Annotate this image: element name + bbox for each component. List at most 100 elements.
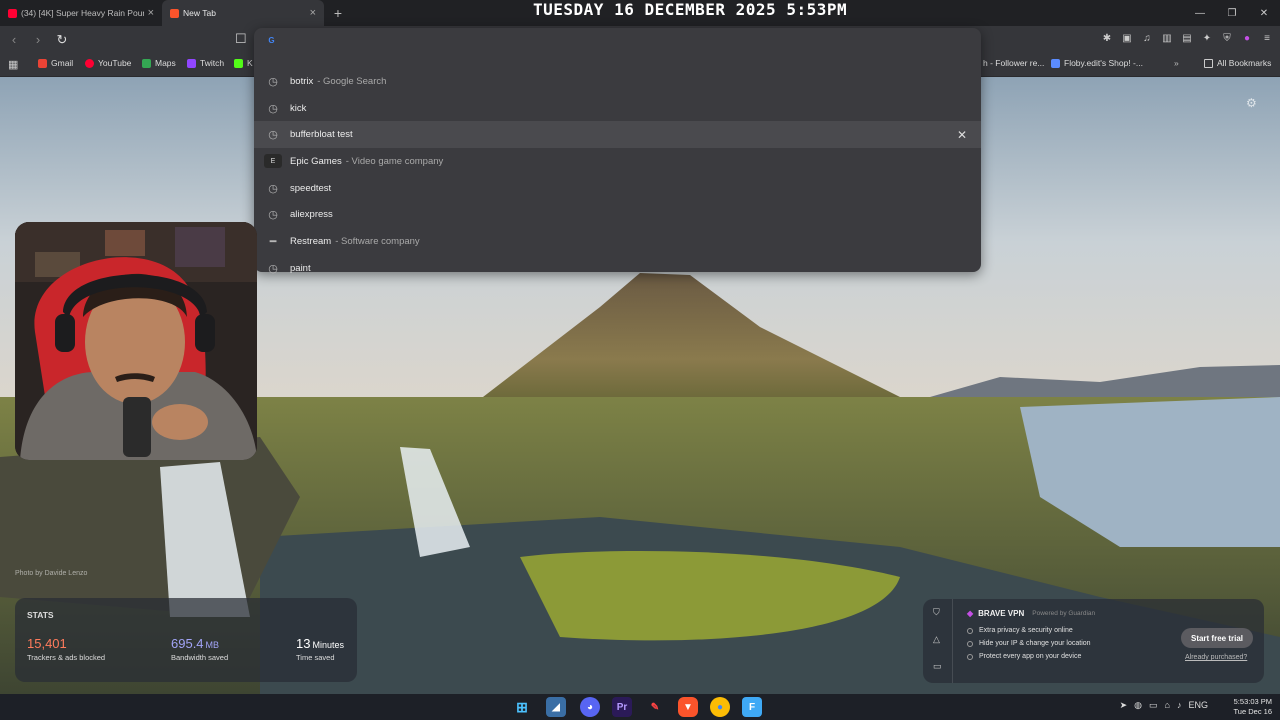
brave-vpn-widget: ⛉ △ ▭ ◆ BRAVE VPN Powered by Guardian Ex… [923, 599, 1264, 683]
leo-ai-icon[interactable]: ✦ [1200, 31, 1214, 45]
premiere-pro-icon[interactable]: Pr [612, 697, 632, 717]
vpn-feature-text: Extra privacy & security online [979, 627, 1073, 634]
customize-gear-icon[interactable]: ⚙ [1246, 96, 1260, 110]
chrome-icon[interactable]: ● [710, 697, 730, 717]
suggestion-item[interactable]: ◷ speedtest [254, 175, 981, 202]
tab-label: (34) [4K] Super Heavy Rain Pouri [21, 8, 144, 18]
time-unit: Minutes [312, 640, 344, 650]
menu-icon[interactable]: ≡ [1260, 31, 1274, 45]
vpn-feature: Extra privacy & security online [967, 627, 1073, 634]
forward-button[interactable]: › [28, 30, 48, 50]
discord-icon[interactable]: ◕ [580, 697, 600, 717]
vpn-feature: Protect every app on your device [967, 653, 1081, 660]
bookmark-label: Gmail [51, 58, 74, 68]
vpn-shield-icon[interactable]: ⛉ [933, 607, 940, 618]
suggestion-item[interactable]: ━ Restream - Software company [254, 228, 981, 255]
time-caption: Time saved [296, 653, 335, 662]
bookmark-follower[interactable]: h - Follower re... [983, 58, 1044, 68]
back-button[interactable]: ‹ [4, 30, 24, 50]
vpn-title: ◆ BRAVE VPN Powered by Guardian [967, 609, 1095, 618]
taskbar-clock[interactable]: 5:53:03 PM Tue Dec 16 [1234, 697, 1273, 717]
bandwidth-unit: MB [205, 640, 220, 650]
media-icon[interactable]: ♫ [1140, 31, 1154, 45]
history-icon: ◷ [268, 129, 278, 142]
vpn-feature-text: Hide your IP & change your location [979, 640, 1091, 647]
bookmark-label: K [247, 58, 253, 68]
folder-icon [1204, 58, 1213, 68]
suggestion-text: aliexpress [290, 209, 333, 221]
file-explorer-icon[interactable]: ◢ [546, 697, 566, 717]
suggestion-desc: - Google Search [317, 75, 387, 87]
history-icon: ◷ [268, 182, 278, 195]
network-icon[interactable]: ⌂ [1165, 700, 1170, 711]
extension-puzzle-icon[interactable]: ✱ [1100, 31, 1114, 45]
suggestion-desc: - Software company [335, 235, 420, 247]
bookmark-youtube[interactable]: YouTube [85, 58, 131, 68]
close-tab-icon[interactable]: × [148, 7, 154, 19]
wallet-icon[interactable]: ▤ [1180, 31, 1194, 45]
tab-new-tab[interactable]: New Tab × [162, 0, 324, 26]
remove-suggestion-icon[interactable]: ✕ [957, 128, 967, 142]
suggestion-item[interactable]: ◷ kick [254, 95, 981, 122]
bookmark-floby-shop[interactable]: Floby.edit's Shop! -... [1051, 58, 1143, 68]
volume-icon[interactable]: ♪ [1177, 700, 1182, 711]
history-icon: ◷ [268, 262, 278, 275]
minimize-icon[interactable]: — [1184, 0, 1216, 26]
brave-favicon-icon [170, 8, 179, 18]
bookmark-kick[interactable]: K [234, 58, 253, 68]
bookmark-page-icon[interactable]: ☐ [235, 31, 247, 47]
youtube-favicon-icon [8, 8, 17, 18]
vpn-logo-icon: ◆ [967, 609, 974, 618]
trackers-stat: 15,401 Trackers & ads blocked [27, 636, 105, 662]
time-value: 13 [296, 636, 311, 651]
new-tab-button[interactable]: + [326, 1, 350, 25]
close-window-icon[interactable]: ✕ [1248, 0, 1280, 26]
suggestion-item[interactable]: E Epic Games - Video game company [254, 148, 981, 175]
suggestion-item[interactable]: ◷ aliexpress [254, 201, 981, 228]
language-indicator[interactable]: ENG [1188, 700, 1208, 711]
youtube-icon [85, 58, 94, 68]
start-free-trial-button[interactable]: Start free trial [1181, 628, 1253, 648]
taskbar: ⊞ ◢ ◕ Pr ✎ ▼ ● F ➤ ◍ ▭ ⌂ ♪ ENG 5:53:03 P… [0, 694, 1280, 720]
twitch-icon [187, 58, 196, 68]
suggestion-text: bufferbloat test [290, 129, 353, 141]
kick-icon [234, 58, 243, 68]
bookmark-maps[interactable]: Maps [142, 58, 176, 68]
brave-rewards-icon[interactable]: ● [1240, 31, 1254, 45]
brave-browser-icon[interactable]: ▼ [678, 697, 698, 717]
bookmark-label: All Bookmarks [1217, 58, 1272, 68]
tray-arrow-icon[interactable]: ➤ [1120, 700, 1128, 711]
close-tab-icon[interactable]: × [310, 7, 316, 19]
floby-app-icon[interactable]: F [742, 697, 762, 717]
reload-button[interactable]: ↻ [52, 30, 72, 50]
brave-shields-icon[interactable]: ⛨ [1220, 31, 1234, 45]
sword-app-icon[interactable]: ✎ [645, 697, 665, 717]
bookmarks-overflow-icon[interactable]: » [1174, 58, 1179, 68]
windows-start-icon[interactable]: ⊞ [512, 697, 532, 717]
omnibox-dropdown: G ◷ botrix - Google Search ◷ kick ◷ buff… [254, 28, 981, 275]
suggestion-text: Restream [290, 235, 332, 247]
apps-grid-icon[interactable]: ▦ [8, 58, 20, 71]
all-bookmarks-button[interactable]: All Bookmarks [1204, 58, 1271, 68]
suggestion-text: speedtest [290, 182, 332, 194]
tab-youtube-video[interactable]: (34) [4K] Super Heavy Rain Pouri × [0, 0, 162, 26]
already-purchased-link[interactable]: Already purchased? [1185, 654, 1247, 661]
monitor-icon[interactable]: ▭ [1149, 700, 1158, 711]
suggestion-item[interactable]: ◷ paint [254, 255, 981, 282]
suggestion-item-highlighted[interactable]: ◷ bufferbloat test ✕ [254, 121, 981, 149]
cards-icon[interactable]: ▭ [933, 661, 942, 672]
suggestion-item[interactable]: ◷ botrix - Google Search [254, 68, 981, 95]
restore-icon[interactable]: ❐ [1216, 0, 1248, 26]
mic-icon[interactable]: ◍ [1134, 700, 1142, 711]
bookmark-gmail[interactable]: Gmail [38, 58, 73, 68]
address-bar-input[interactable]: G [254, 28, 981, 52]
news-icon[interactable]: △ [933, 634, 940, 645]
vpn-title-text: BRAVE VPN [978, 609, 1025, 618]
bookmark-twitch[interactable]: Twitch [187, 58, 224, 68]
bookmark-label: Floby.edit's Shop! -... [1064, 58, 1143, 68]
suggestion-text: kick [290, 102, 307, 114]
photo-credit[interactable]: Photo by Davide Lenzo [15, 570, 87, 577]
sidebar-icon[interactable]: ▥ [1160, 31, 1174, 45]
extension-icons: ✱ ▣ ♫ ▥ ▤ ✦ ⛨ ● ≡ [1100, 31, 1274, 45]
screenshot-icon[interactable]: ▣ [1120, 31, 1134, 45]
